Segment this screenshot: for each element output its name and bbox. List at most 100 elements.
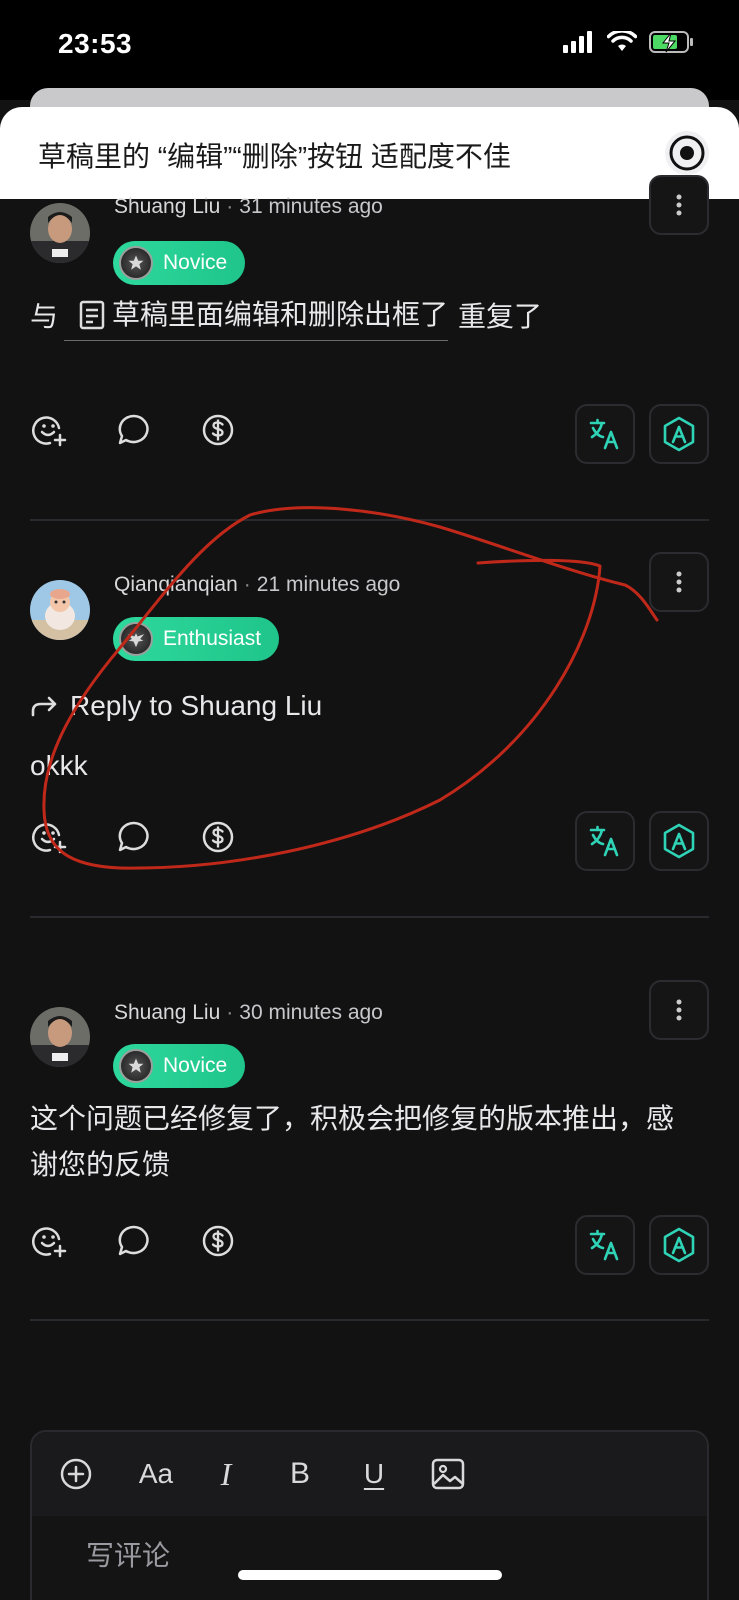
avatar[interactable]	[30, 1007, 90, 1067]
issue-sheet-header: 草稿里的 “编辑”“删除”按钮 适配度不佳	[0, 107, 739, 199]
battery-charging-icon	[649, 31, 693, 53]
hand-drawn-annotation	[42, 506, 659, 870]
target-icon	[669, 135, 705, 171]
translate-button[interactable]	[575, 404, 635, 464]
emoji-add-icon	[32, 1227, 67, 1258]
signal-icon	[563, 31, 592, 53]
avatar[interactable]	[30, 203, 90, 263]
rank-badge: Novice	[113, 241, 246, 285]
reply-to-indicator[interactable]: Reply to Shuang Liu	[30, 690, 322, 722]
underline-icon: U	[363, 1458, 385, 1489]
meta-separator: ·	[243, 573, 251, 596]
author-name[interactable]: Qianqianqian	[114, 573, 238, 596]
meta-separator: ·	[226, 1001, 234, 1024]
comment-meta: Shuang Liu · 31 minutes ago	[114, 195, 383, 219]
comment-divider	[30, 916, 709, 918]
draft-link-text: 草稿里面编辑和删除出框了	[112, 299, 449, 330]
translate-icon	[589, 1229, 619, 1261]
comment-text-prefix: 与	[30, 300, 59, 332]
eagle-medal-icon	[119, 622, 153, 656]
badge-label: Enthusiast	[163, 627, 262, 650]
chat-bubble-icon	[118, 414, 149, 445]
font-size-button[interactable]: Aa	[130, 1454, 182, 1494]
italic-button[interactable]: I	[206, 1454, 246, 1494]
comment-body: okkk	[30, 750, 88, 781]
reply-to-text: Reply to Shuang Liu	[70, 690, 323, 721]
tip-button[interactable]	[198, 410, 238, 450]
add-reaction-button[interactable]	[30, 817, 70, 857]
dollar-coin-icon	[202, 414, 234, 446]
status-icons	[563, 30, 695, 54]
ai-button[interactable]	[649, 404, 709, 464]
emoji-add-icon	[32, 416, 67, 447]
insert-image-button[interactable]	[428, 1454, 468, 1494]
translate-icon	[589, 825, 619, 857]
ai-hexagon-icon	[663, 823, 695, 859]
chat-bubble-icon	[118, 821, 149, 852]
bold-button[interactable]: B	[280, 1454, 320, 1494]
ai-hexagon-icon	[663, 416, 695, 452]
translate-button[interactable]	[575, 1215, 635, 1275]
more-vertical-icon	[676, 571, 682, 593]
reply-button[interactable]	[114, 1221, 154, 1261]
font-size-icon: Aa	[138, 1458, 174, 1489]
star-medal-icon	[119, 1049, 153, 1083]
emoji-add-icon	[32, 823, 67, 854]
formatting-toolbar: Aa I B U	[32, 1432, 707, 1516]
comment-actions	[30, 404, 709, 464]
reply-button[interactable]	[114, 410, 154, 450]
comment-divider	[30, 1319, 709, 1321]
comment-body: 与 草稿里面编辑和删除出框了 重复了	[30, 292, 710, 341]
more-options-button[interactable]	[649, 552, 709, 612]
star-medal-icon	[119, 246, 153, 280]
ai-button[interactable]	[649, 1215, 709, 1275]
add-reaction-button[interactable]	[30, 1221, 70, 1261]
author-name[interactable]: Shuang Liu	[114, 195, 220, 218]
badge-label: Novice	[163, 251, 228, 274]
comment-text-suffix: 重复了	[458, 300, 543, 332]
status-bar: 23:53	[0, 0, 739, 100]
comment-time: 21 minutes ago	[256, 573, 401, 596]
ai-hexagon-icon	[663, 1227, 695, 1263]
comment-body: 这个问题已经修复了，积极会把修复的版本推出，感谢您的反馈	[30, 1103, 675, 1180]
draft-link[interactable]: 草稿里面编辑和删除出框了	[64, 292, 449, 341]
translate-icon	[589, 418, 619, 450]
ai-button[interactable]	[649, 811, 709, 871]
reply-button[interactable]	[114, 817, 154, 857]
dollar-coin-icon	[202, 821, 234, 853]
comment-actions	[30, 1215, 709, 1275]
comment-meta: Shuang Liu · 30 minutes ago	[114, 1001, 383, 1025]
comment-input[interactable]	[86, 1540, 646, 1572]
comment-meta: Qianqianqian · 21 minutes ago	[114, 573, 400, 597]
issue-title: 草稿里的 “编辑”“删除”按钮 适配度不佳	[38, 141, 511, 172]
italic-icon: I	[220, 1455, 232, 1492]
comment-actions	[30, 811, 709, 871]
image-icon	[431, 1458, 465, 1490]
wifi-icon	[607, 31, 637, 51]
reply-arrow-icon	[31, 696, 57, 717]
translate-button[interactable]	[575, 811, 635, 871]
meta-separator: ·	[226, 195, 234, 218]
more-vertical-icon	[676, 194, 682, 216]
author-name[interactable]: Shuang Liu	[114, 1001, 220, 1024]
document-icon	[79, 300, 105, 330]
underline-button[interactable]: U	[354, 1454, 394, 1494]
comment-time: 30 minutes ago	[239, 1001, 383, 1024]
avatar[interactable]	[30, 580, 90, 640]
rank-badge: Novice	[113, 1044, 246, 1088]
target-button[interactable]	[665, 131, 709, 175]
comment-time: 31 minutes ago	[239, 195, 383, 218]
dollar-coin-icon	[202, 1225, 234, 1257]
comment-divider	[30, 519, 709, 521]
more-options-button[interactable]	[649, 175, 709, 235]
insert-button[interactable]	[56, 1454, 96, 1494]
more-vertical-icon	[676, 999, 682, 1021]
rank-badge: Enthusiast	[113, 617, 280, 661]
chat-bubble-icon	[118, 1225, 149, 1256]
tip-button[interactable]	[198, 1221, 238, 1261]
bold-icon: B	[289, 1457, 310, 1490]
more-options-button[interactable]	[649, 980, 709, 1040]
add-reaction-button[interactable]	[30, 410, 70, 450]
tip-button[interactable]	[198, 817, 238, 857]
plus-circle-icon	[60, 1458, 92, 1490]
